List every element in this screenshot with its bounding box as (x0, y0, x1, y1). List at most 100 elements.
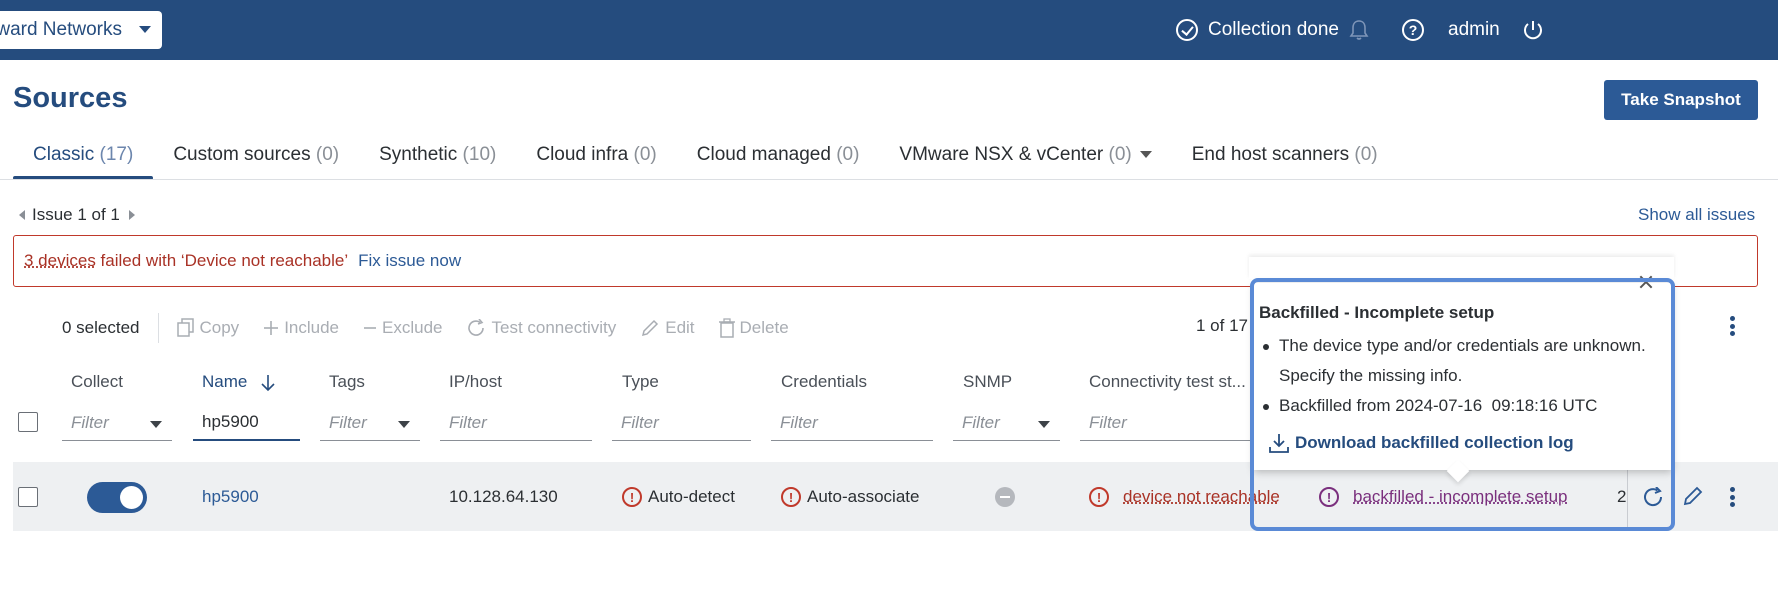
pagination-label: 1 of 17 (1196, 316, 1248, 335)
failed-devices-link[interactable]: 3 devices (24, 251, 96, 271)
device-type[interactable]: ! Auto-detect (622, 487, 735, 507)
tab-label: Custom sources (173, 144, 311, 165)
issue-pager: Issue 1 of 1 (19, 205, 135, 225)
tab-label: Classic (33, 144, 95, 165)
filter-placeholder: Filter (621, 412, 659, 432)
more-options-icon[interactable] (1729, 316, 1735, 336)
connectivity-filter-input[interactable]: Filter (1080, 405, 1250, 441)
snmp-status (995, 487, 1015, 507)
device-name-link[interactable]: hp5900 (202, 487, 259, 507)
tab-classic[interactable]: Classic (17) (13, 140, 154, 180)
collect-toggle[interactable] (87, 482, 147, 513)
column-header-credentials[interactable]: Credentials (781, 372, 867, 392)
trash-icon (718, 318, 735, 338)
issue-message: failed with ‘Device not reachable’ (95, 251, 349, 270)
ip-host-filter-input[interactable]: Filter (440, 405, 592, 441)
include-button[interactable]: Include (263, 318, 339, 338)
chevron-down-icon (1038, 421, 1050, 428)
name-filter-value: hp5900 (202, 412, 259, 431)
delete-label: Delete (739, 318, 789, 337)
test-connectivity-button[interactable]: Test connectivity (467, 318, 617, 338)
top-bar: Forward Networks Collection done ? admin (0, 0, 1778, 60)
edit-button[interactable]: Edit (640, 318, 695, 338)
filter-placeholder: Filter (962, 412, 1000, 432)
network-selector-label: Forward Networks (0, 19, 122, 40)
error-icon: ! (1089, 487, 1109, 507)
tab-count: (0) (633, 144, 657, 165)
tabs-divider (0, 179, 1778, 180)
prev-issue-icon[interactable] (19, 210, 25, 220)
delete-button[interactable]: Delete (718, 318, 789, 338)
credentials-filter-input[interactable]: Filter (771, 405, 933, 441)
help-icon[interactable]: ? (1402, 0, 1424, 60)
error-icon: ! (622, 487, 642, 507)
tab-vmware[interactable]: VMware NSX & vCenter (0) (879, 140, 1171, 180)
tags-filter[interactable]: Filter (320, 405, 420, 441)
chevron-down-icon (150, 421, 162, 428)
column-header-type[interactable]: Type (622, 372, 659, 392)
network-selector[interactable]: Forward Networks (0, 11, 162, 49)
copy-button[interactable]: Copy (176, 318, 240, 338)
page-title: Sources (13, 82, 128, 114)
test-connectivity-label: Test connectivity (491, 318, 617, 337)
type-filter-input[interactable]: Filter (612, 405, 751, 441)
toolbar-divider (157, 313, 159, 343)
minus-circle-icon (995, 487, 1015, 507)
column-header-collect[interactable]: Collect (71, 372, 123, 392)
edit-row-pencil-icon[interactable] (1682, 485, 1704, 512)
power-icon[interactable] (1522, 0, 1544, 60)
username: admin (1448, 19, 1500, 40)
tab-label: Cloud infra (536, 144, 629, 165)
show-all-issues-link[interactable]: Show all issues (1638, 205, 1755, 225)
refresh-icon (467, 319, 484, 336)
device-credentials-label: Auto-associate (807, 487, 920, 506)
filter-placeholder: Filter (329, 412, 367, 432)
take-snapshot-button[interactable]: Take Snapshot (1604, 80, 1758, 120)
plus-icon (264, 321, 279, 335)
notifications-bell-icon[interactable] (1349, 0, 1369, 60)
tab-cloud-infra[interactable]: Cloud infra (0) (516, 140, 676, 180)
select-all-checkbox[interactable] (18, 412, 38, 432)
user-menu[interactable]: admin (1448, 0, 1500, 60)
next-issue-icon[interactable] (128, 210, 135, 220)
device-type-label: Auto-detect (648, 487, 735, 506)
tab-cloud-managed[interactable]: Cloud managed (0) (677, 140, 880, 180)
collect-filter[interactable]: Filter (62, 405, 172, 441)
include-label: Include (284, 318, 340, 337)
column-header-tags[interactable]: Tags (329, 372, 365, 392)
column-header-snmp[interactable]: SNMP (963, 372, 1012, 392)
copy-icon (176, 318, 194, 337)
sort-arrow-down-icon[interactable] (260, 374, 276, 392)
exclude-label: Exclude (382, 318, 443, 337)
column-header-connectivity[interactable]: Connectivity test st... (1089, 372, 1246, 392)
tab-count: (0) (1354, 144, 1378, 165)
tab-label: End host scanners (1191, 144, 1350, 165)
row-more-options-icon[interactable] (1729, 487, 1735, 507)
fix-issue-link[interactable]: Fix issue now (358, 251, 461, 271)
column-header-ip-host[interactable]: IP/host (449, 372, 502, 392)
tab-label: VMware NSX & vCenter (899, 144, 1104, 165)
chevron-down-icon (398, 421, 410, 428)
issue-pager-label: Issue 1 of 1 (32, 205, 120, 224)
tab-label: Synthetic (379, 144, 458, 165)
tab-custom-sources[interactable]: Custom sources (0) (153, 140, 359, 180)
filter-placeholder: Filter (71, 412, 109, 432)
error-icon: ! (781, 487, 801, 507)
column-header-name[interactable]: Name (202, 372, 276, 392)
minus-icon (364, 327, 377, 329)
name-filter-input[interactable]: hp5900 (193, 405, 300, 441)
snmp-filter[interactable]: Filter (953, 405, 1060, 441)
tab-synthetic[interactable]: Synthetic (10) (359, 140, 516, 180)
collection-status[interactable]: Collection done (1176, 0, 1339, 60)
copy-label: Copy (199, 318, 240, 337)
source-tabs: Classic (17) Custom sources (0) Syntheti… (13, 140, 1398, 180)
chevron-down-icon (139, 26, 151, 33)
selected-count: 0 selected (62, 318, 140, 337)
edit-label: Edit (665, 318, 695, 337)
tab-end-host-scanners[interactable]: End host scanners (0) (1172, 140, 1398, 180)
chevron-down-icon (1139, 151, 1152, 159)
filter-placeholder: Filter (449, 412, 487, 432)
row-checkbox[interactable] (18, 487, 38, 507)
exclude-button[interactable]: Exclude (363, 318, 443, 338)
device-credentials[interactable]: ! Auto-associate (781, 487, 919, 507)
